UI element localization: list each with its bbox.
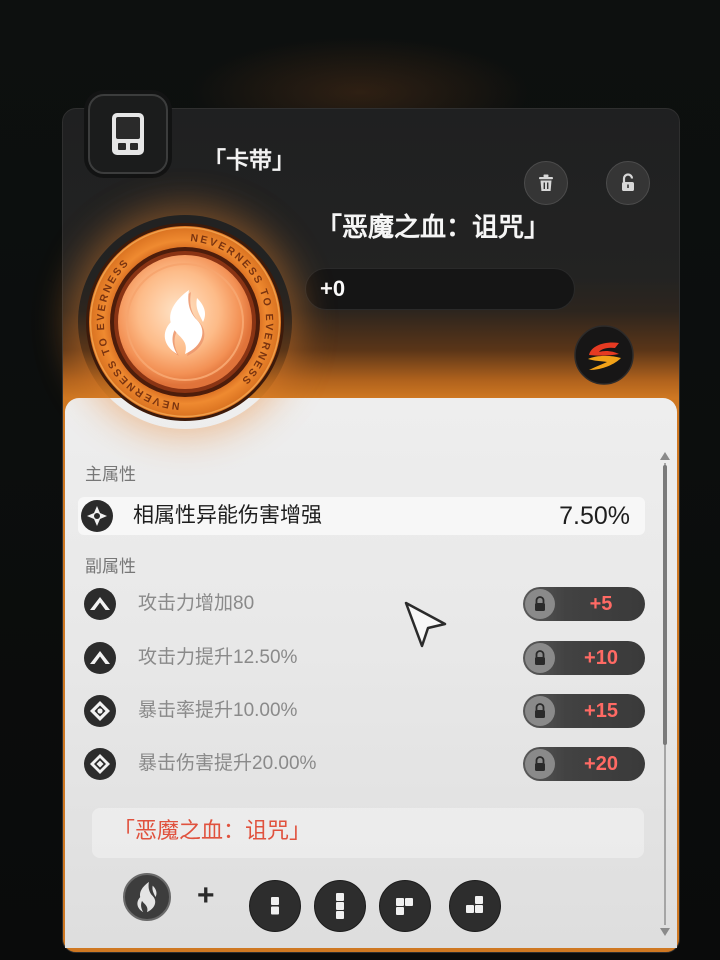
upgrade-level: +15 — [584, 700, 618, 722]
main-stat-value: 7.50% — [559, 502, 630, 530]
crit-rate-icon — [84, 695, 116, 727]
sub-stat-lock-toggle[interactable]: +5 — [523, 587, 645, 621]
piece-domino-icon — [271, 897, 279, 915]
level-value: +0 — [320, 276, 346, 301]
rank-badge — [574, 325, 634, 385]
set-piece-slot[interactable] — [249, 880, 301, 932]
lock-button[interactable] — [606, 161, 650, 205]
main-stat-icon-wrap — [81, 500, 113, 537]
set-emblem[interactable] — [123, 873, 171, 921]
cassette-tab[interactable] — [88, 94, 168, 174]
sub-stat-name: 暴击率提升10.00% — [138, 700, 298, 721]
item-name: 「恶魔之血：诅咒」 — [316, 212, 551, 242]
flame-emblem-icon: NEVERNESS TO EVERNESS NEVERNESS TO EVERN… — [86, 223, 284, 421]
lock-icon-wrap — [525, 749, 555, 779]
attack-icon — [84, 642, 116, 674]
lock-icon — [535, 650, 545, 665]
sub-stat-icon-wrap — [84, 748, 116, 785]
lock-icon-wrap — [525, 589, 555, 619]
sub-stat-icon-wrap — [84, 695, 116, 732]
set-piece-slot[interactable] — [314, 880, 366, 932]
scroll-up-arrow-icon — [660, 452, 670, 460]
sub-stat-name: 暴击伤害提升20.00% — [138, 753, 317, 774]
main-stat-label: 主属性 — [85, 465, 136, 484]
lock-icon — [535, 756, 545, 771]
lock-icon-wrap — [525, 696, 555, 726]
piece-s-icon — [466, 896, 483, 913]
sub-stat-icon-wrap — [84, 588, 116, 625]
sub-stat-lock-toggle[interactable]: +10 — [523, 641, 645, 675]
set-emblem-icon — [137, 881, 157, 913]
cassette-icon — [112, 113, 144, 155]
plus-sign: + — [197, 879, 215, 912]
level-bar: +0 — [305, 268, 575, 310]
piece-line-icon — [336, 893, 344, 919]
lock-icon — [535, 703, 545, 718]
mouse-cursor — [404, 601, 447, 648]
set-piece-slot[interactable] — [449, 880, 501, 932]
attack-icon — [84, 588, 116, 620]
scrollbar[interactable] — [659, 451, 671, 937]
element-damage-icon — [81, 500, 113, 532]
unlock-icon — [622, 173, 634, 191]
set-piece-slot[interactable] — [379, 880, 431, 932]
set-bonus-name: 「恶魔之血：诅咒」 — [113, 818, 312, 843]
upgrade-level: +20 — [584, 753, 618, 775]
scrollbar-thumb[interactable] — [663, 465, 667, 745]
sub-stat-icon-wrap — [84, 642, 116, 679]
upgrade-level: +5 — [589, 593, 613, 615]
sub-stat-lock-toggle[interactable]: +15 — [523, 694, 645, 728]
trash-icon — [539, 174, 553, 191]
crit-damage-icon — [84, 748, 116, 780]
upgrade-level: +10 — [584, 647, 618, 669]
lock-icon — [535, 596, 545, 611]
lock-icon-wrap — [525, 643, 555, 673]
cassette-coin: NEVERNESS TO EVERNESS NEVERNESS TO EVERN… — [85, 222, 285, 422]
sub-stat-name: 攻击力提升12.50% — [138, 647, 298, 668]
scroll-down-arrow-icon — [660, 928, 670, 936]
rank-icon — [574, 325, 634, 385]
main-stat-name: 相属性异能伤害增强 — [133, 504, 322, 527]
sub-stat-name: 攻击力增加80 — [138, 593, 255, 614]
category-title: 「卡带」 — [203, 147, 295, 173]
piece-l-icon — [396, 898, 413, 915]
sub-stat-lock-toggle[interactable]: +20 — [523, 747, 645, 781]
delete-button[interactable] — [524, 161, 568, 205]
sub-stat-label: 副属性 — [85, 557, 136, 576]
